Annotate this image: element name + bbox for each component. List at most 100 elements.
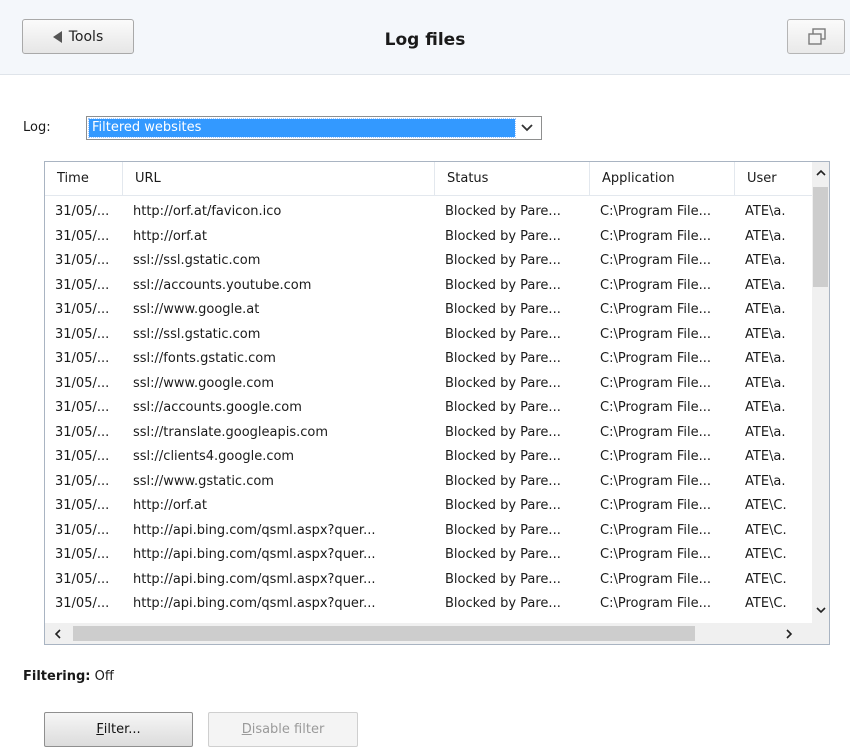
cell-application: C:\Program File... <box>600 547 711 562</box>
cell-application: C:\Program File... <box>600 522 711 538</box>
cell-application: C:\Program File... <box>600 400 711 415</box>
cell-user: ATE\a. <box>745 375 786 391</box>
cell-application: C:\Program File... <box>600 571 711 587</box>
cell-time: 31/05/... <box>55 326 110 342</box>
cell-url: http://api.bing.com/qsml.aspx?quer... <box>133 596 376 611</box>
cell-time: 31/05/... <box>55 473 110 489</box>
column-header-user[interactable]: User <box>735 162 815 196</box>
table-row[interactable]: 31/05/... ssl://accounts.youtube.com Block… <box>45 274 815 298</box>
scroll-down-icon[interactable] <box>812 602 829 619</box>
cell-status: Blocked by Pare... <box>445 547 561 562</box>
cell-user: ATE\C. <box>745 547 787 562</box>
cell-url: ssl://ssl.gstatic.com <box>133 326 261 342</box>
cell-url: http://orf.at <box>133 498 207 513</box>
scroll-left-icon[interactable] <box>49 623 66 644</box>
table-row[interactable]: 31/05/... http://orf.at Blocked by Pare...… <box>45 225 815 249</box>
filtering-value: Off <box>94 669 114 684</box>
cell-status: Blocked by Pare... <box>445 228 561 244</box>
scroll-up-icon[interactable] <box>812 164 829 181</box>
cell-url: ssl://www.gstatic.com <box>133 473 274 489</box>
cell-time: 31/05/... <box>55 498 110 513</box>
table-row[interactable]: 31/05/... ssl://www.gstatic.com Blocked by… <box>45 470 815 494</box>
cell-url: ssl://accounts.google.com <box>133 400 302 415</box>
cell-application: C:\Program File... <box>600 498 711 513</box>
table-row[interactable]: 31/05/... http://api.bing.com/qsml.aspx?q… <box>45 568 815 592</box>
cell-user: ATE\a. <box>745 449 786 464</box>
table-row[interactable]: 31/05/... ssl://clients4.google.com Blocke… <box>45 445 815 469</box>
cell-status: Blocked by Pare... <box>445 498 561 513</box>
filter-mnemonic: F <box>96 722 104 737</box>
column-header-application[interactable]: Application <box>590 162 735 196</box>
cell-user: ATE\a. <box>745 253 786 268</box>
column-header-status[interactable]: Status <box>435 162 590 196</box>
filter-button[interactable]: Filter... <box>44 712 193 747</box>
cell-status: Blocked by Pare... <box>445 302 561 317</box>
table-row[interactable]: 31/05/... http://api.bing.com/qsml.aspx?q… <box>45 592 815 616</box>
cell-url: ssl://www.google.at <box>133 302 260 317</box>
cell-user: ATE\a. <box>745 204 786 219</box>
cell-url: ssl://fonts.gstatic.com <box>133 351 276 366</box>
table-row[interactable]: 31/05/... http://orf.at/favicon.ico Blocke… <box>45 200 815 224</box>
table-row[interactable]: 31/05/... http://api.bing.com/qsml.aspx?q… <box>45 519 815 543</box>
cell-status: Blocked by Pare... <box>445 571 561 587</box>
log-dropdown[interactable]: Filtered websites <box>86 116 542 140</box>
page-title: Log files <box>384 30 466 50</box>
cell-application: C:\Program File... <box>600 424 711 440</box>
restore-window-icon <box>808 28 826 45</box>
table-header: Time URL Status Application User <box>45 162 815 196</box>
chevron-down-icon[interactable] <box>513 117 541 139</box>
cell-time: 31/05/... <box>55 204 110 219</box>
column-header-url[interactable]: URL <box>123 162 435 196</box>
table-row[interactable]: 31/05/... ssl://www.google.at Blocked by P… <box>45 298 815 322</box>
filtering-status: Filtering: Off <box>23 669 114 684</box>
cell-application: C:\Program File... <box>600 277 711 293</box>
cell-status: Blocked by Pare... <box>445 253 561 268</box>
cell-time: 31/05/... <box>55 424 110 440</box>
cell-application: C:\Program File... <box>600 351 711 366</box>
cell-time: 31/05/... <box>55 351 110 366</box>
cell-user: ATE\C. <box>745 498 787 513</box>
cell-status: Blocked by Pare... <box>445 449 561 464</box>
cell-status: Blocked by Pare... <box>445 351 561 366</box>
cell-time: 31/05/... <box>55 277 110 293</box>
table-row[interactable]: 31/05/... ssl://ssl.gstatic.com Blocked by… <box>45 323 815 347</box>
log-table[interactable]: Time URL Status Application User 31/05/.… <box>44 161 830 645</box>
cell-status: Blocked by Pare... <box>445 596 561 611</box>
table-row[interactable]: 31/05/... ssl://translate.googleapis.com B… <box>45 421 815 445</box>
horizontal-scrollbar[interactable] <box>45 623 829 644</box>
table-row[interactable]: 31/05/... http://orf.at Blocked by Pare...… <box>45 494 815 518</box>
vertical-scroll-thumb[interactable] <box>813 187 828 287</box>
log-label: Log: <box>23 120 51 135</box>
horizontal-scroll-thumb[interactable] <box>73 626 695 641</box>
cell-application: C:\Program File... <box>600 326 711 342</box>
table-row[interactable]: 31/05/... ssl://fonts.gstatic.com Blocked … <box>45 347 815 371</box>
cell-url: http://orf.at/favicon.ico <box>133 204 282 219</box>
cell-time: 31/05/... <box>55 547 110 562</box>
cell-application: C:\Program File... <box>600 228 711 244</box>
cell-time: 31/05/... <box>55 522 110 538</box>
cell-url: ssl://translate.googleapis.com <box>133 424 329 440</box>
table-row[interactable]: 31/05/... ssl://accounts.google.com Blocke… <box>45 396 815 420</box>
cell-application: C:\Program File... <box>600 449 711 464</box>
column-header-time[interactable]: Time <box>45 162 123 196</box>
cell-status: Blocked by Pare... <box>445 277 561 293</box>
vertical-scrollbar[interactable] <box>812 162 829 624</box>
cell-status: Blocked by Pare... <box>445 400 561 415</box>
cell-status: Blocked by Pare... <box>445 424 561 440</box>
cell-status: Blocked by Pare... <box>445 375 561 391</box>
table-body: 31/05/... http://orf.at/favicon.ico Blocke… <box>45 200 815 624</box>
cell-url: ssl://clients4.google.com <box>133 449 295 464</box>
cell-time: 31/05/... <box>55 302 110 317</box>
cell-url: ssl://ssl.gstatic.com <box>133 253 261 268</box>
table-row[interactable]: 31/05/... http://api.bing.com/qsml.aspx?q… <box>45 543 815 567</box>
cell-status: Blocked by Pare... <box>445 326 561 342</box>
cell-application: C:\Program File... <box>600 473 711 489</box>
cell-time: 31/05/... <box>55 449 110 464</box>
disable-filter-label: isable filter <box>251 722 325 737</box>
cell-user: ATE\a. <box>745 277 786 293</box>
restore-window-button[interactable] <box>787 19 845 54</box>
scroll-right-icon[interactable] <box>781 623 798 644</box>
cell-status: Blocked by Pare... <box>445 473 561 489</box>
table-row[interactable]: 31/05/... ssl://www.google.com Blocked by … <box>45 372 815 396</box>
table-row[interactable]: 31/05/... ssl://ssl.gstatic.com Blocked by… <box>45 249 815 273</box>
